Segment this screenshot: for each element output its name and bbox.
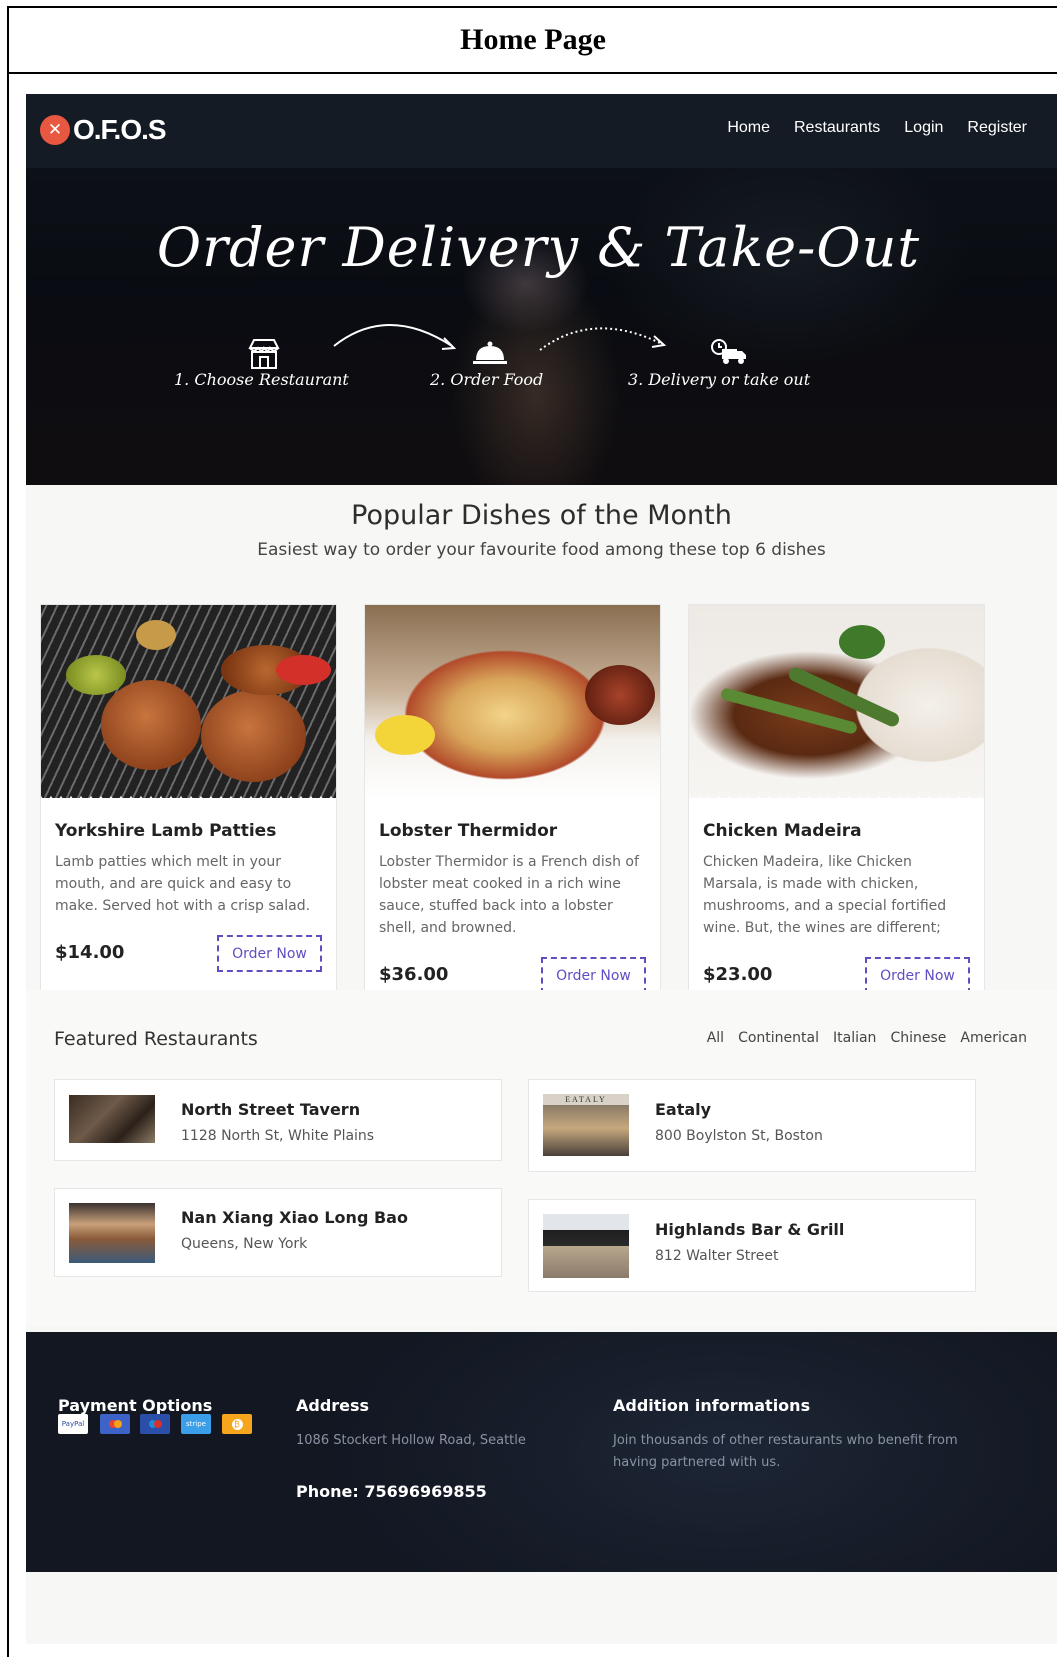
dish-name: Lobster Thermidor [379, 821, 558, 841]
logo-icon: ✕ [40, 115, 70, 145]
dish-image [41, 605, 336, 798]
step-choose-restaurant: 1. Choose Restaurant [174, 370, 349, 389]
restaurant-filters: All Continental Italian Chinese American [707, 1030, 1027, 1046]
filter-italian[interactable]: Italian [833, 1030, 876, 1046]
address-title: Address [296, 1396, 370, 1415]
delivery-truck-icon [711, 339, 746, 364]
additional-info-title: Addition informations [613, 1396, 811, 1415]
step-order-food: 2. Order Food [430, 370, 544, 389]
dish-price: $23.00 [703, 964, 773, 985]
dish-price: $14.00 [55, 942, 125, 963]
restaurant-card[interactable]: North Street Tavern 1128 North St, White… [54, 1079, 502, 1161]
step-arrow-dotted [539, 327, 667, 351]
popular-subtitle: Easiest way to order your favourite food… [257, 540, 826, 560]
restaurant-address: 1128 North St, White Plains [181, 1128, 375, 1144]
dish-image [689, 605, 984, 798]
logo-text: O.F.O.S [73, 114, 167, 145]
step-arrow [333, 324, 457, 350]
filter-continental[interactable]: Continental [738, 1030, 819, 1046]
nav-links: Home Restaurants Login Register [727, 119, 1027, 137]
dish-card: Chicken Madeira Chicken Madeira, like Ch… [688, 604, 985, 1022]
figure-caption: Home Page [9, 8, 1057, 74]
order-now-button[interactable]: Order Now [217, 935, 322, 972]
filter-american[interactable]: American [960, 1030, 1027, 1046]
dish-description: Lobster Thermidor is a French dish of lo… [379, 854, 639, 936]
address-text: 1086 Stockert Hollow Road, Seattle [296, 1433, 526, 1448]
nav-login-link[interactable]: Login [904, 119, 943, 137]
order-now-button[interactable]: Order Now [541, 957, 646, 994]
restaurant-card[interactable]: Highlands Bar & Grill 812 Walter Street [528, 1199, 976, 1292]
bitcoin-icon[interactable]: ₿ [222, 1414, 252, 1434]
top-navbar: ✕ O.F.O.S Home Restaurants Login Registe… [26, 94, 1057, 168]
restaurant-name: Highlands Bar & Grill [655, 1220, 845, 1239]
mastercard-icon[interactable] [100, 1414, 130, 1434]
hero-banner: ✕ O.F.O.S Home Restaurants Login Registe… [26, 94, 1057, 485]
restaurant-image: EATALY [543, 1094, 629, 1156]
nav-home-link[interactable]: Home [727, 119, 770, 137]
restaurant-image [69, 1203, 155, 1263]
webpage: ✕ O.F.O.S Home Restaurants Login Registe… [26, 94, 1057, 1644]
restaurant-card[interactable]: EATALY Eataly 800 Boylston St, Boston [528, 1079, 976, 1172]
dish-description: Lamb patties which melt in your mouth, a… [55, 854, 311, 914]
restaurant-address: Queens, New York [181, 1236, 308, 1252]
cloche-icon [473, 341, 507, 364]
filter-all[interactable]: All [707, 1030, 724, 1046]
nav-restaurants-link[interactable]: Restaurants [794, 119, 880, 137]
restaurant-name: Eataly [655, 1100, 712, 1119]
brand-logo[interactable]: ✕ O.F.O.S [40, 114, 167, 146]
restaurant-card[interactable]: Nan Xiang Xiao Long Bao Queens, New York [54, 1188, 502, 1277]
restaurant-address: 800 Boylston St, Boston [655, 1128, 823, 1144]
additional-info-text: Join thousands of other restaurants who … [613, 1433, 958, 1470]
filter-chinese[interactable]: Chinese [890, 1030, 946, 1046]
dish-name: Yorkshire Lamb Patties [55, 821, 277, 841]
restaurant-name: North Street Tavern [181, 1100, 361, 1119]
paypal-icon[interactable]: PayPal [58, 1414, 88, 1434]
order-now-button[interactable]: Order Now [865, 957, 970, 994]
nav-register-link[interactable]: Register [967, 119, 1027, 137]
dish-price: $36.00 [379, 964, 449, 985]
maestro-icon[interactable] [140, 1414, 170, 1434]
restaurant-address: 812 Walter Street [655, 1248, 779, 1264]
phone-number: Phone: 75696969855 [296, 1482, 487, 1501]
site-footer: Payment Options PayPal stripe ₿ Address … [26, 1332, 1057, 1572]
dish-description: Chicken Madeira, like Chicken Marsala, i… [703, 854, 947, 936]
store-icon [248, 339, 280, 369]
featured-title: Featured Restaurants [54, 1028, 258, 1050]
restaurant-image [543, 1214, 629, 1278]
hero-title: Order Delivery & Take-Out [156, 216, 921, 279]
popular-title: Popular Dishes of the Month [351, 500, 732, 531]
dish-card: Yorkshire Lamb Patties Lamb patties whic… [40, 604, 337, 1000]
stripe-icon[interactable]: stripe [181, 1414, 211, 1434]
eataly-sign: EATALY [565, 1095, 607, 1104]
restaurant-name: Nan Xiang Xiao Long Bao [181, 1208, 408, 1227]
dish-image [365, 605, 660, 798]
step-delivery: 3. Delivery or take out [628, 370, 811, 389]
restaurant-image [69, 1095, 155, 1143]
dish-name: Chicken Madeira [703, 821, 862, 841]
payment-options-title: Payment Options [58, 1396, 213, 1415]
dish-card: Lobster Thermidor Lobster Thermidor is a… [364, 604, 661, 1022]
